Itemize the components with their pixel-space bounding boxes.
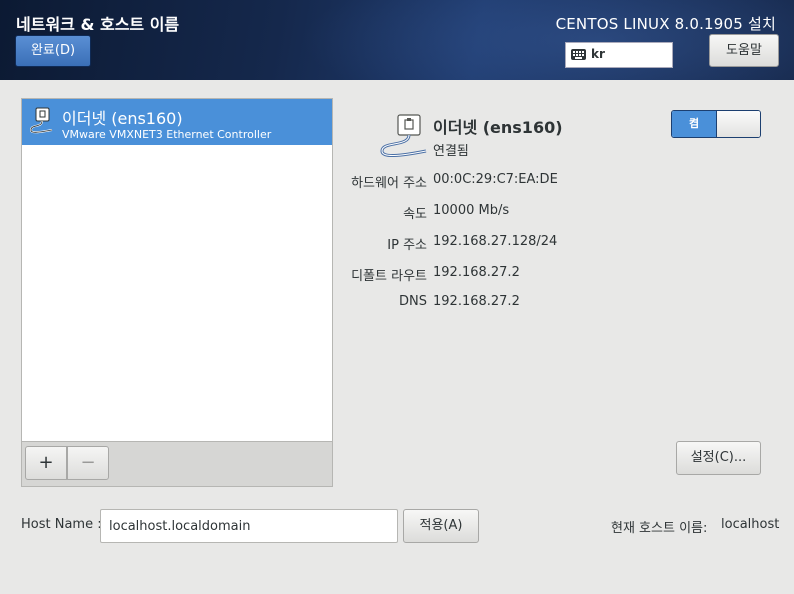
device-list: 이더넷 (ens160) VMware VMXNET3 Ethernet Con… bbox=[21, 98, 333, 487]
speed-value: 10000 Mb/s bbox=[433, 203, 510, 218]
done-button[interactable]: 완료(D) bbox=[15, 35, 91, 67]
ethernet-icon bbox=[380, 114, 427, 157]
apply-hostname-button[interactable]: 적용(A) bbox=[403, 509, 479, 543]
device-name: 이더넷 (ens160) bbox=[433, 118, 563, 137]
keyboard-icon bbox=[571, 49, 586, 60]
product-title: CENTOS LINUX 8.0.1905 설치 bbox=[555, 15, 776, 33]
dns-label: DNS bbox=[399, 294, 427, 309]
device-toggle-switch[interactable]: 켬 bbox=[671, 110, 761, 138]
page-title: 네트워크 & 호스트 이름 bbox=[16, 15, 180, 34]
hostname-input[interactable] bbox=[100, 509, 398, 543]
speed-label: 속도 bbox=[403, 207, 427, 222]
keyboard-layout-label: kr bbox=[591, 47, 605, 61]
device-list-description: VMware VMXNET3 Ethernet Controller bbox=[62, 128, 272, 141]
device-list-name: 이더넷 (ens160) bbox=[62, 109, 183, 128]
help-button[interactable]: 도움말 bbox=[709, 34, 779, 67]
current-hostname-label: 현재 호스트 이름: bbox=[611, 521, 708, 536]
keyboard-layout-indicator[interactable]: kr bbox=[565, 42, 673, 68]
hardware-address-value: 00:0C:29:C7:EA:DE bbox=[433, 172, 558, 187]
current-hostname-value: localhost bbox=[721, 517, 780, 532]
default-route-label: 디폴트 라우트 bbox=[351, 269, 427, 284]
toggle-knob bbox=[717, 111, 760, 137]
hardware-address-label: 하드웨어 주소 bbox=[351, 176, 427, 191]
dns-value: 192.168.27.2 bbox=[433, 294, 520, 309]
default-route-value: 192.168.27.2 bbox=[433, 265, 520, 280]
header-bar: 네트워크 & 호스트 이름 완료(D) CENTOS LINUX 8.0.190… bbox=[0, 0, 794, 80]
ethernet-icon bbox=[29, 107, 53, 134]
configure-button[interactable]: 설정(C)... bbox=[676, 441, 761, 475]
remove-device-button[interactable]: − bbox=[67, 446, 109, 480]
ip-address-value: 192.168.27.128/24 bbox=[433, 234, 558, 249]
toggle-on-label: 켬 bbox=[672, 111, 717, 137]
hostname-label: Host Name : bbox=[21, 517, 102, 532]
ip-address-label: IP 주소 bbox=[387, 238, 427, 253]
device-list-toolbar: + − bbox=[22, 441, 332, 486]
device-status: 연결됨 bbox=[433, 144, 469, 159]
add-device-button[interactable]: + bbox=[25, 446, 67, 480]
list-item[interactable]: 이더넷 (ens160) VMware VMXNET3 Ethernet Con… bbox=[22, 99, 332, 145]
